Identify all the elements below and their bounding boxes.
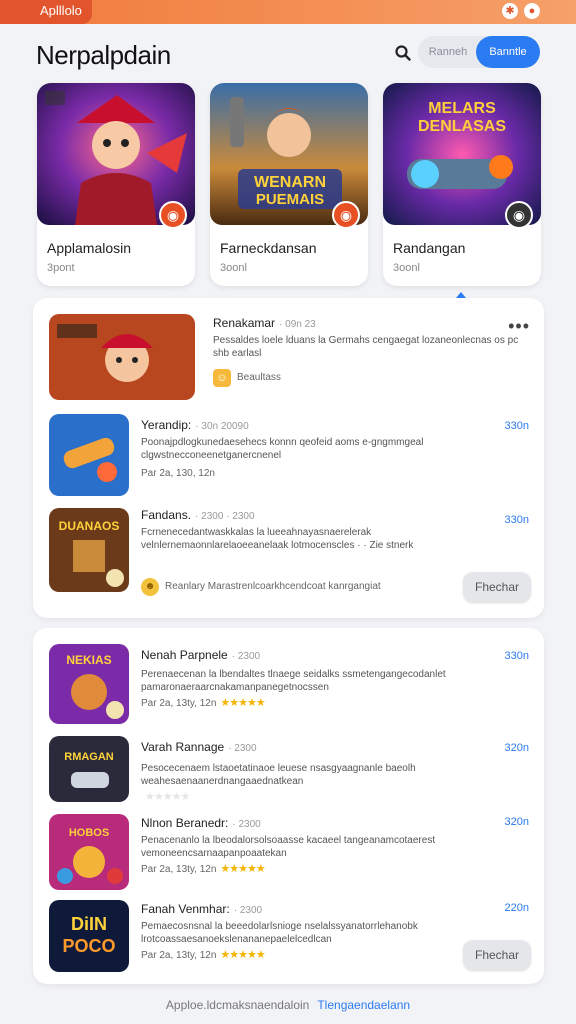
profile-icon[interactable]: ● [524,3,540,19]
app-thumbnail: HOBOS [49,814,129,890]
list-item[interactable]: NEKIAS Nenah Parpnele · 2300 Perenaecenan… [49,644,529,724]
rating-stars: ★★★★★ [220,949,265,961]
app-thumbnail: RMAGAN [49,736,129,802]
list-item[interactable]: Renakamar · 09n 23 Pessaldes loele lduans… [49,314,529,400]
app-description: Fcrnenecedantwaskkalas la lueeahnayasnae… [141,527,414,551]
download-badge-icon[interactable]: ◉ [159,201,187,229]
svg-text:WENARN: WENARN [254,174,326,191]
app-description: Pesocecenaem lstaoetatinaoe leuese nsasg… [141,763,416,787]
footer-text: Apploe.ldcmaksnaendaloin [165,998,310,1012]
app-size: 320n [504,816,529,828]
developer-icon: ☻ [141,578,159,596]
app-thumbnail: NEKIAS [49,644,129,724]
app-subtitle: · 2300 [231,651,261,662]
svg-text:DiIN: DiIN [71,914,107,934]
app-subtitle: · 2300 [233,905,263,916]
list-item[interactable]: HOBOS Nlnon Beranedr: · 2300 Penacenanlo … [49,814,529,890]
app-meta: Par 2a, 13ty, 12n [141,950,217,961]
svg-text:POCO: POCO [62,936,115,956]
list-item[interactable]: DiIN POCO Fanah Venmhar: · 2300 Pemaecosn… [49,900,531,972]
app-size: 320n [504,742,529,754]
app-size: 330n [504,650,529,662]
app-title: Nlnon Beranedr: [141,816,229,830]
get-button[interactable]: Fhechar [463,572,531,602]
app-meta: Par 2a, 13ty, 12n [141,864,217,875]
app-description: Penacenanlo la lbeodalorsolsoaasse kacae… [141,835,436,859]
footer: Apploe.ldcmaksnaendaloin Tlengaendaelann [0,998,576,1012]
app-thumbnail [49,314,195,400]
secondary-list-panel: NEKIAS Nenah Parpnele · 2300 Perenaecenan… [33,628,544,984]
app-thumbnail: DiIN POCO [49,900,129,972]
app-meta: Beaultass [237,372,281,383]
status-bar: Aplllolo ✱ ● [0,0,576,24]
svg-text:DUANAOS: DUANAOS [59,519,120,533]
app-size: 330n [504,420,529,432]
featured-card[interactable]: ◉ Applamalosin 3pont [37,83,195,286]
featured-card[interactable]: MELARS DENLASAS ◉ Randangan 3oonl [383,83,541,286]
list-item[interactable]: Yerandip: · 30n 20090 Poonajpdlogkunedaes… [49,414,529,496]
search-icon[interactable] [394,44,412,62]
view-toggle: Ranneh Banntle [418,36,540,68]
app-title: Fandans. [141,508,192,522]
app-thumbnail: DUANAOS [49,508,129,592]
app-description: Pessaldes loele lduans la Germahs cengae… [213,335,519,359]
app-subtitle: · 09n 23 [279,319,316,330]
app-title: Renakamar [213,316,276,330]
svg-text:HOBOS: HOBOS [69,827,109,839]
page-title: Nerpalpdain [36,40,171,70]
svg-text:RMAGAN: RMAGAN [64,751,114,763]
get-button[interactable]: Fhechar [463,940,531,970]
app-size: 220n [504,902,529,914]
settings-icon[interactable]: ✱ [502,3,518,19]
tab-banntle[interactable]: Banntle [476,36,540,68]
rating-stars: ★★★★★ [220,863,265,875]
app-description: Poonajpdlogkunedaesehecs konnn qeofeid a… [141,437,424,461]
list-item[interactable]: DUANAOS Fandans. · 2300 · 2300 Fcrneneced… [49,508,531,602]
app-description: Pemaecosnsnal la beeedolarlsnioge nselal… [141,921,418,945]
featured-card[interactable]: WENARN PUEMAIS ◉ Farneckdansan 3oonl [210,83,368,286]
app-subtitle: · 2300 [232,819,261,830]
rating-stars: ★★★★★ [220,697,265,709]
featured-name: Applamalosin [47,240,132,256]
svg-text:MELARS: MELARS [428,100,496,117]
featured-meta: 3pont [47,262,75,274]
svg-text:NEKIAS: NEKIAS [66,653,111,667]
app-subtitle: · 30n 20090 [195,421,249,432]
svg-text:PUEMAIS: PUEMAIS [256,191,324,208]
app-description: Perenaecenan la lbendaltes tlnaege seida… [141,669,446,693]
app-subtitle: · 2300 · 2300 [195,511,255,522]
app-label[interactable]: Aplllolo [0,0,92,24]
primary-list-panel: ••• Renakamar · 09n 23 Pessaldes loele ld… [33,298,544,618]
app-meta: Reanlary Marastrenlcoarkhcendcoat kanrga… [165,581,381,592]
svg-text:DENLASAS: DENLASAS [418,118,506,135]
download-badge-icon[interactable]: ◉ [332,201,360,229]
app-size: 330n [504,514,529,526]
app-meta: Par 2a, 13ty, 12n [141,698,217,709]
app-subtitle: · 2300 [228,743,257,754]
featured-name: Randangan [393,240,466,256]
app-title: Nenah Parpnele [141,648,228,662]
tab-ranneh[interactable]: Ranneh [418,36,478,68]
badge-icon: ☺ [213,369,231,387]
download-badge-icon[interactable]: ◉ [505,201,533,229]
list-item[interactable]: RMAGAN Varah Rannage · 2300 Pesocecenaem … [49,736,529,803]
app-title: Fanah Venmhar: [141,902,230,916]
app-title: Yerandip: [141,418,192,432]
app-meta: Par 2a, 130, 12n [141,468,215,479]
footer-link[interactable]: Tlengaendaelann [317,998,410,1012]
rating-stars: ★★★★★ [145,791,190,803]
featured-meta: 3oonl [220,262,247,274]
featured-name: Farneckdansan [220,240,317,256]
featured-meta: 3oonl [393,262,420,274]
app-thumbnail [49,414,129,496]
app-title: Varah Rannage [141,740,225,754]
